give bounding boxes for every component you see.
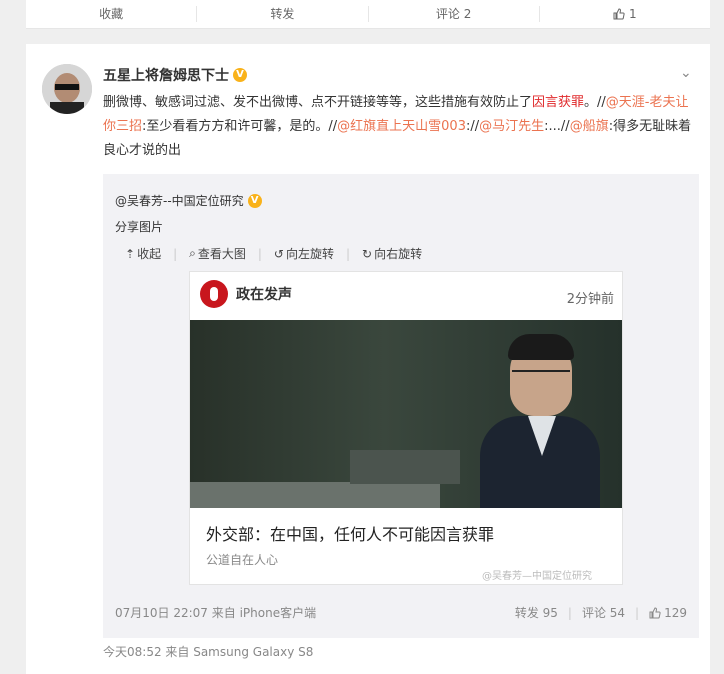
previous-post-action-bar: 收藏 转发 评论 2 1 (26, 0, 710, 29)
person-hair-shape (508, 334, 574, 360)
post-author[interactable]: 五星上将詹姆思下士 V (103, 65, 247, 85)
comment-count-button[interactable]: 评论 54 (582, 604, 625, 621)
rotate-left-icon: ↺ (273, 246, 284, 261)
magnifier-icon: ⌕ (189, 246, 196, 260)
comment-label: 评论 2 (435, 7, 472, 21)
avatar-image (42, 64, 92, 114)
shared-image[interactable]: 政在发声 2分钟前 外交部：在中国，任何人不可能因言获罪 公道自在人心 @吴春芳… (189, 271, 623, 585)
mention-link[interactable]: @红旗直上天山雪003 (337, 119, 466, 134)
view-large-label: 查看大图 (197, 247, 246, 261)
collapse-button[interactable]: ⇡ 收起 (125, 245, 161, 262)
thumbs-up-icon (613, 8, 625, 20)
post-text-segment: 删微博、敏感词过滤、发不出微博、点不开链接等等，这些措施有效防止了 (103, 95, 533, 110)
verified-badge-icon: V (233, 68, 247, 82)
divider: | (567, 605, 572, 620)
news-photo (190, 320, 622, 508)
favorite-button[interactable]: 收藏 (26, 6, 198, 22)
repost-timestamp[interactable]: 07月10日 22:07 来自 iPhone客户端 (115, 604, 316, 621)
repost-label: 转发 (270, 7, 295, 21)
image-subtitle: 公道自在人心 (206, 553, 279, 567)
post-text-segment: :...// (544, 119, 570, 134)
favorite-label: 收藏 (99, 7, 124, 21)
post-body: 删微博、敏感词过滤、发不出微博、点不开链接等等，这些措施有效防止了因言获罪。//… (103, 91, 695, 163)
avatar[interactable] (42, 64, 92, 114)
post-author-name: 五星上将詹姆思下士 (103, 68, 229, 84)
divider: | (173, 246, 178, 261)
post-text-segment: :至少看看方方和许可馨，是的。// (142, 119, 338, 134)
verified-badge-icon: V (247, 193, 262, 208)
rotate-right-icon: ↻ (362, 246, 373, 261)
like-count: 1 (629, 7, 637, 21)
post-text-segment: 。// (584, 95, 606, 110)
image-timestamp: 2分钟前 (566, 292, 614, 307)
like-count-button[interactable]: 129 (649, 606, 687, 620)
up-arrow-icon: ⇡ (125, 246, 136, 261)
post-timestamp[interactable]: 今天08:52 来自 Samsung Galaxy S8 (103, 643, 313, 660)
repost-button[interactable]: 转发 (197, 6, 369, 22)
divider: | (346, 246, 351, 261)
mention-link[interactable]: @船旗 (570, 119, 609, 134)
repost-stats: 转发 95 | 评论 54 | 129 (515, 604, 687, 621)
rotate-right-label: 向右旋转 (374, 247, 423, 261)
image-watermark: @吴春芳—中国定位研究 (482, 571, 592, 582)
rotate-left-label: 向左旋转 (285, 247, 334, 261)
highlight-link[interactable]: 因言获罪 (532, 95, 584, 110)
thumbs-up-icon (649, 606, 661, 618)
rotate-left-button[interactable]: ↺ 向左旋转 (274, 245, 334, 262)
divider: | (635, 605, 640, 620)
comment-button[interactable]: 评论 2 (369, 6, 540, 22)
repost-author[interactable]: @吴春芳--中国定位研究 V (115, 192, 262, 209)
person-glasses-shape (512, 370, 570, 380)
image-toolbar: ⇡ 收起 | ⌕ 查看大图 | ↺ 向左旋转 | ↻ 向右旋转 (125, 245, 422, 262)
podium-shape (350, 450, 460, 484)
microphone-icon (200, 280, 228, 308)
like-count: 129 (664, 605, 687, 620)
like-button[interactable]: 1 (540, 6, 710, 22)
image-source-name: 政在发声 (236, 287, 292, 303)
rotate-right-button[interactable]: ↻ 向右旋转 (362, 245, 422, 262)
repost-text: 分享图片 (115, 220, 164, 234)
image-source-header: 政在发声 (200, 280, 292, 308)
reposted-content: @吴春芳--中国定位研究 V 分享图片 ⇡ 收起 | ⌕ 查看大图 | ↺ 向左旋转 … (103, 174, 699, 638)
view-large-button[interactable]: ⌕ 查看大图 (189, 245, 246, 262)
image-headline: 外交部：在中国，任何人不可能因言获罪 (206, 525, 495, 544)
divider: | (257, 246, 262, 261)
repost-author-name: @吴春芳--中国定位研究 (115, 194, 244, 208)
weibo-post-card: 五星上将詹姆思下士 V ⌄ 删微博、敏感词过滤、发不出微博、点不开链接等等，这些… (26, 44, 710, 674)
chevron-down-icon[interactable]: ⌄ (680, 66, 694, 80)
mention-link[interactable]: @马汀先生 (479, 119, 544, 134)
collapse-label: 收起 (137, 247, 162, 261)
repost-count-button[interactable]: 转发 95 (515, 604, 558, 621)
podium-shape (190, 482, 440, 508)
post-text-segment: :// (465, 119, 480, 134)
